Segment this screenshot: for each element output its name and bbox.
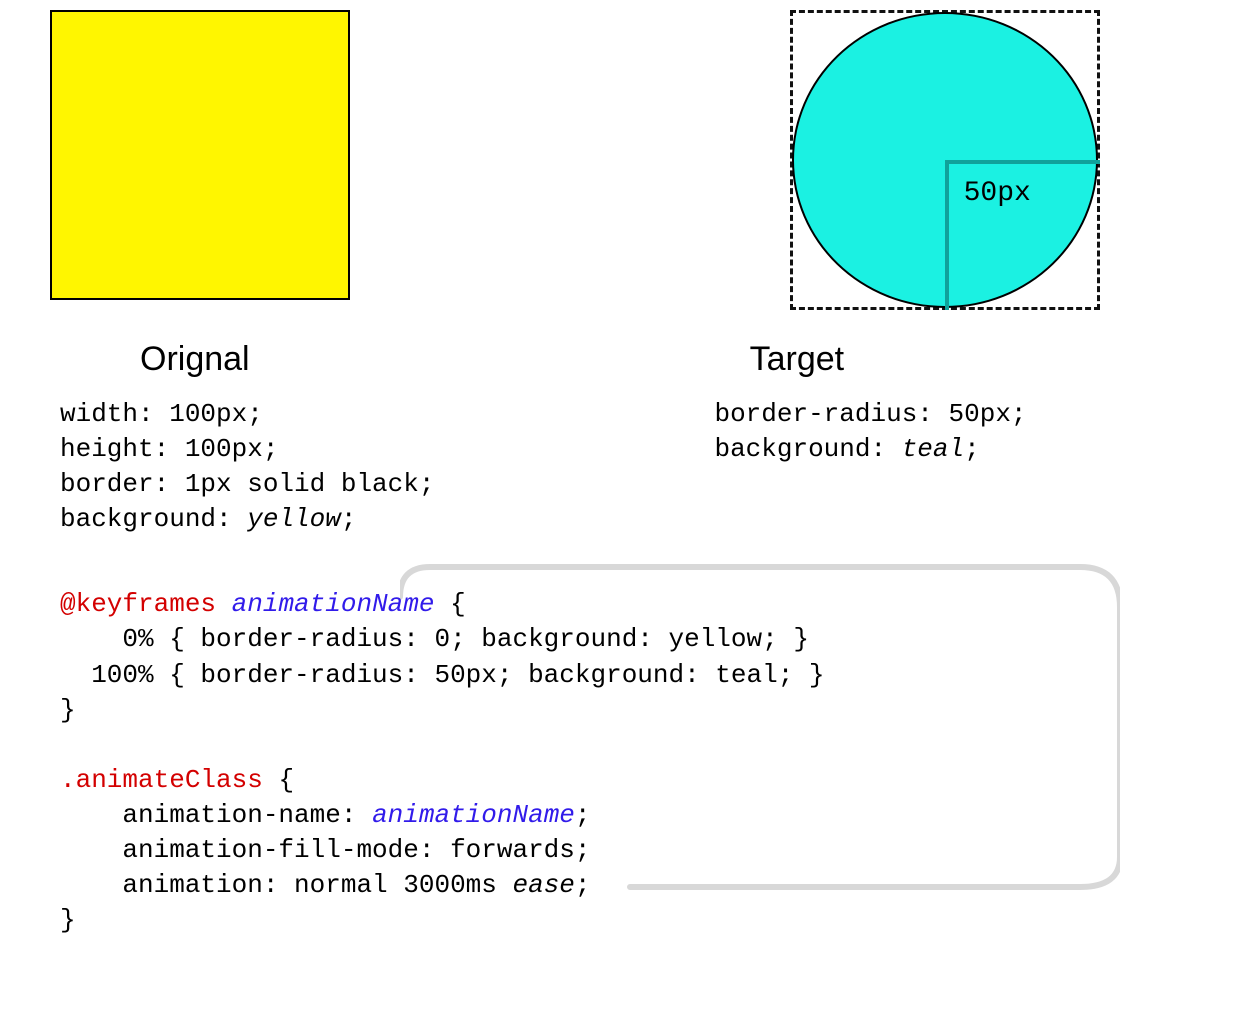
keyframes-keyword: @keyframes [60,589,216,619]
target-css-block: border-radius: 50px; background: teal; [714,397,1026,537]
keyframe-line: 100% { border-radius: 50px; background: … [60,660,825,690]
original-css-block: width: 100px; height: 100px; border: 1px… [60,397,434,537]
css-line: border: 1px solid black; [60,469,434,499]
original-shape-box [40,10,350,300]
brace: } [60,905,76,935]
original-label: Orignal [140,340,250,379]
css-prop-suffix: ; [575,800,591,830]
css-value: teal [902,434,964,464]
shapes-row: 50px [40,10,1198,310]
brace: { [263,765,294,795]
css-line-suffix: ; [341,504,357,534]
css-line-suffix: ; [964,434,980,464]
css-line: height: 100px; [60,434,278,464]
css-prop-prefix: animation-name: [60,800,372,830]
css-value: yellow [247,504,341,534]
animation-code-section: @keyframes animationName { 0% { border-r… [60,587,1198,938]
labels-row: Orignal Target [140,340,1198,379]
yellow-square-shape [50,10,350,300]
radius-label: 50px [964,178,1031,209]
class-selector: .animateClass [60,765,263,795]
css-prop-prefix: animation: normal 3000ms [60,870,512,900]
target-label: Target [750,340,845,379]
target-shape-box: 50px [790,10,1100,310]
css-line: width: 100px; [60,399,263,429]
brace: } [60,695,76,725]
css-value: ease [512,870,574,900]
css-line-prefix: background: [60,504,247,534]
css-prop: animation-fill-mode: forwards; [60,835,591,865]
keyframes-code-block: @keyframes animationName { 0% { border-r… [60,587,1198,938]
css-description-row: width: 100px; height: 100px; border: 1px… [40,397,1198,537]
brace: { [434,589,465,619]
css-line-prefix: background: [714,434,901,464]
css-prop-suffix: ; [575,870,591,900]
css-line: border-radius: 50px; [714,399,1026,429]
keyframe-line: 0% { border-radius: 0; background: yello… [60,624,809,654]
target-shape-wrap: 50px [790,10,1100,310]
animation-name: animationName [232,589,435,619]
animation-name-ref: animationName [372,800,575,830]
